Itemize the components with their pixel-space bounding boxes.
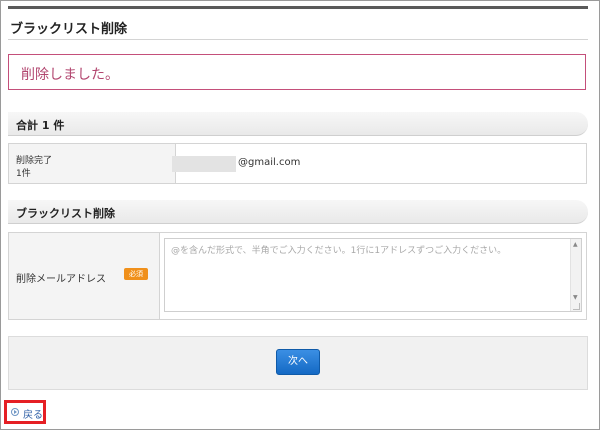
form-section-header: ブラックリスト削除 [8,200,588,224]
back-link-highlight: 戻る [4,400,46,424]
summary-count-label: 1件 [16,169,31,179]
scroll-up-icon[interactable]: ▲ [573,241,578,248]
delete-email-textarea[interactable]: @を含んだ形式で、半角でご入力ください。1行に1アドレスずつご入力ください。 ▲… [164,238,582,312]
required-badge: 必須 [124,268,148,280]
success-alert: 削除しました。 [8,54,586,90]
resize-grip-icon[interactable] [573,303,580,310]
delete-email-label: 削除メールアドレス [16,274,106,285]
page-title: ブラックリスト削除 [10,22,128,37]
back-link[interactable]: 戻る [23,406,43,421]
summary-section-header: 合計 1 件 [8,112,588,136]
circle-arrow-right-icon [11,408,19,416]
next-button[interactable]: 次へ [276,349,320,375]
textarea-placeholder: @を含んだ形式で、半角でご入力ください。1行に1アドレスずつご入力ください。 [171,246,507,256]
top-rule [8,6,588,9]
form-heading: ブラックリスト削除 [16,207,115,220]
deleted-email-domain: @gmail.com [238,157,301,168]
masked-email-local-part [172,156,236,172]
summary-heading: 合計 1 件 [16,119,65,132]
summary-status-label: 削除完了 [16,156,53,166]
scroll-down-icon[interactable]: ▼ [573,294,578,301]
title-divider [8,39,588,40]
textarea-scrollbar[interactable]: ▲ ▼ [570,239,581,311]
alert-message: 削除しました。 [21,67,119,83]
